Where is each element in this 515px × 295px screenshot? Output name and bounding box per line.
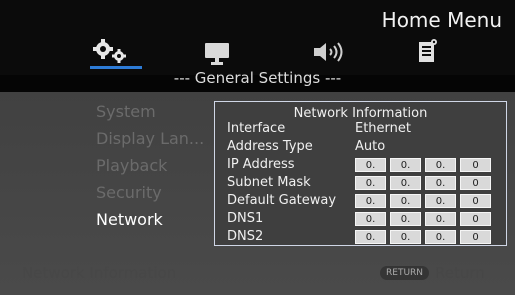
section-title: --- General Settings --- <box>173 69 342 87</box>
gateway-octet-4: 0 <box>460 194 491 208</box>
subnet-octet-4: 0 <box>460 176 491 190</box>
default-gateway-label: Default Gateway <box>227 193 337 208</box>
dns2-fields: 0. 0. 0. 0 <box>355 230 491 244</box>
dns1-octet-2: 0. <box>390 212 421 226</box>
subnet-mask-fields: 0. 0. 0. 0 <box>355 176 491 190</box>
subnet-octet-2: 0. <box>390 176 421 190</box>
return-label[interactable]: Return <box>435 264 485 282</box>
interface-value: Ethernet <box>355 121 411 136</box>
network-info-panel: Network Information Interface Ethernet A… <box>214 101 507 246</box>
document-icon[interactable] <box>417 38 439 66</box>
sidebar-item-security[interactable]: Security <box>96 183 162 202</box>
address-type-value: Auto <box>355 139 386 154</box>
sidebar-item-display-language[interactable]: Display Lan... <box>96 129 204 148</box>
gears-icon[interactable] <box>91 37 133 65</box>
dns2-octet-2: 0. <box>390 230 421 244</box>
dns2-octet-3: 0. <box>425 230 456 244</box>
ip-address-label: IP Address <box>227 157 295 172</box>
ip-octet-1: 0. <box>355 158 386 172</box>
dns2-label: DNS2 <box>227 229 264 244</box>
ip-address-fields: 0. 0. 0. 0 <box>355 158 491 172</box>
top-bar: Home Menu <box>0 0 515 75</box>
return-badge[interactable]: RETURN <box>380 266 430 280</box>
monitor-icon[interactable] <box>203 41 233 67</box>
dns1-octet-1: 0. <box>355 212 386 226</box>
gateway-octet-2: 0. <box>390 194 421 208</box>
default-gateway-fields: 0. 0. 0. 0 <box>355 194 491 208</box>
address-type-label: Address Type <box>227 139 313 154</box>
sidebar-item-network[interactable]: Network <box>96 210 163 229</box>
dns1-octet-4: 0 <box>460 212 491 226</box>
dns1-label: DNS1 <box>227 211 264 226</box>
network-info-title: Network Information <box>293 106 428 121</box>
sidebar-item-playback[interactable]: Playback <box>96 156 167 175</box>
ip-octet-2: 0. <box>390 158 421 172</box>
ip-octet-3: 0. <box>425 158 456 172</box>
footer-hint: Network Information <box>22 264 177 282</box>
subnet-octet-1: 0. <box>355 176 386 190</box>
gateway-octet-1: 0. <box>355 194 386 208</box>
interface-label: Interface <box>227 121 286 136</box>
speaker-icon[interactable] <box>312 41 348 63</box>
gateway-octet-3: 0. <box>425 194 456 208</box>
dns2-octet-4: 0 <box>460 230 491 244</box>
subnet-octet-3: 0. <box>425 176 456 190</box>
subnet-mask-label: Subnet Mask <box>227 175 311 190</box>
sidebar-item-system[interactable]: System <box>96 102 156 121</box>
dns2-octet-1: 0. <box>355 230 386 244</box>
dns1-fields: 0. 0. 0. 0 <box>355 212 491 226</box>
ip-octet-4: 0 <box>460 158 491 172</box>
menu-title: Home Menu <box>381 8 502 32</box>
home-menu-screen: Home Menu --- General Settings --- Syste… <box>0 0 515 295</box>
dns1-octet-3: 0. <box>425 212 456 226</box>
